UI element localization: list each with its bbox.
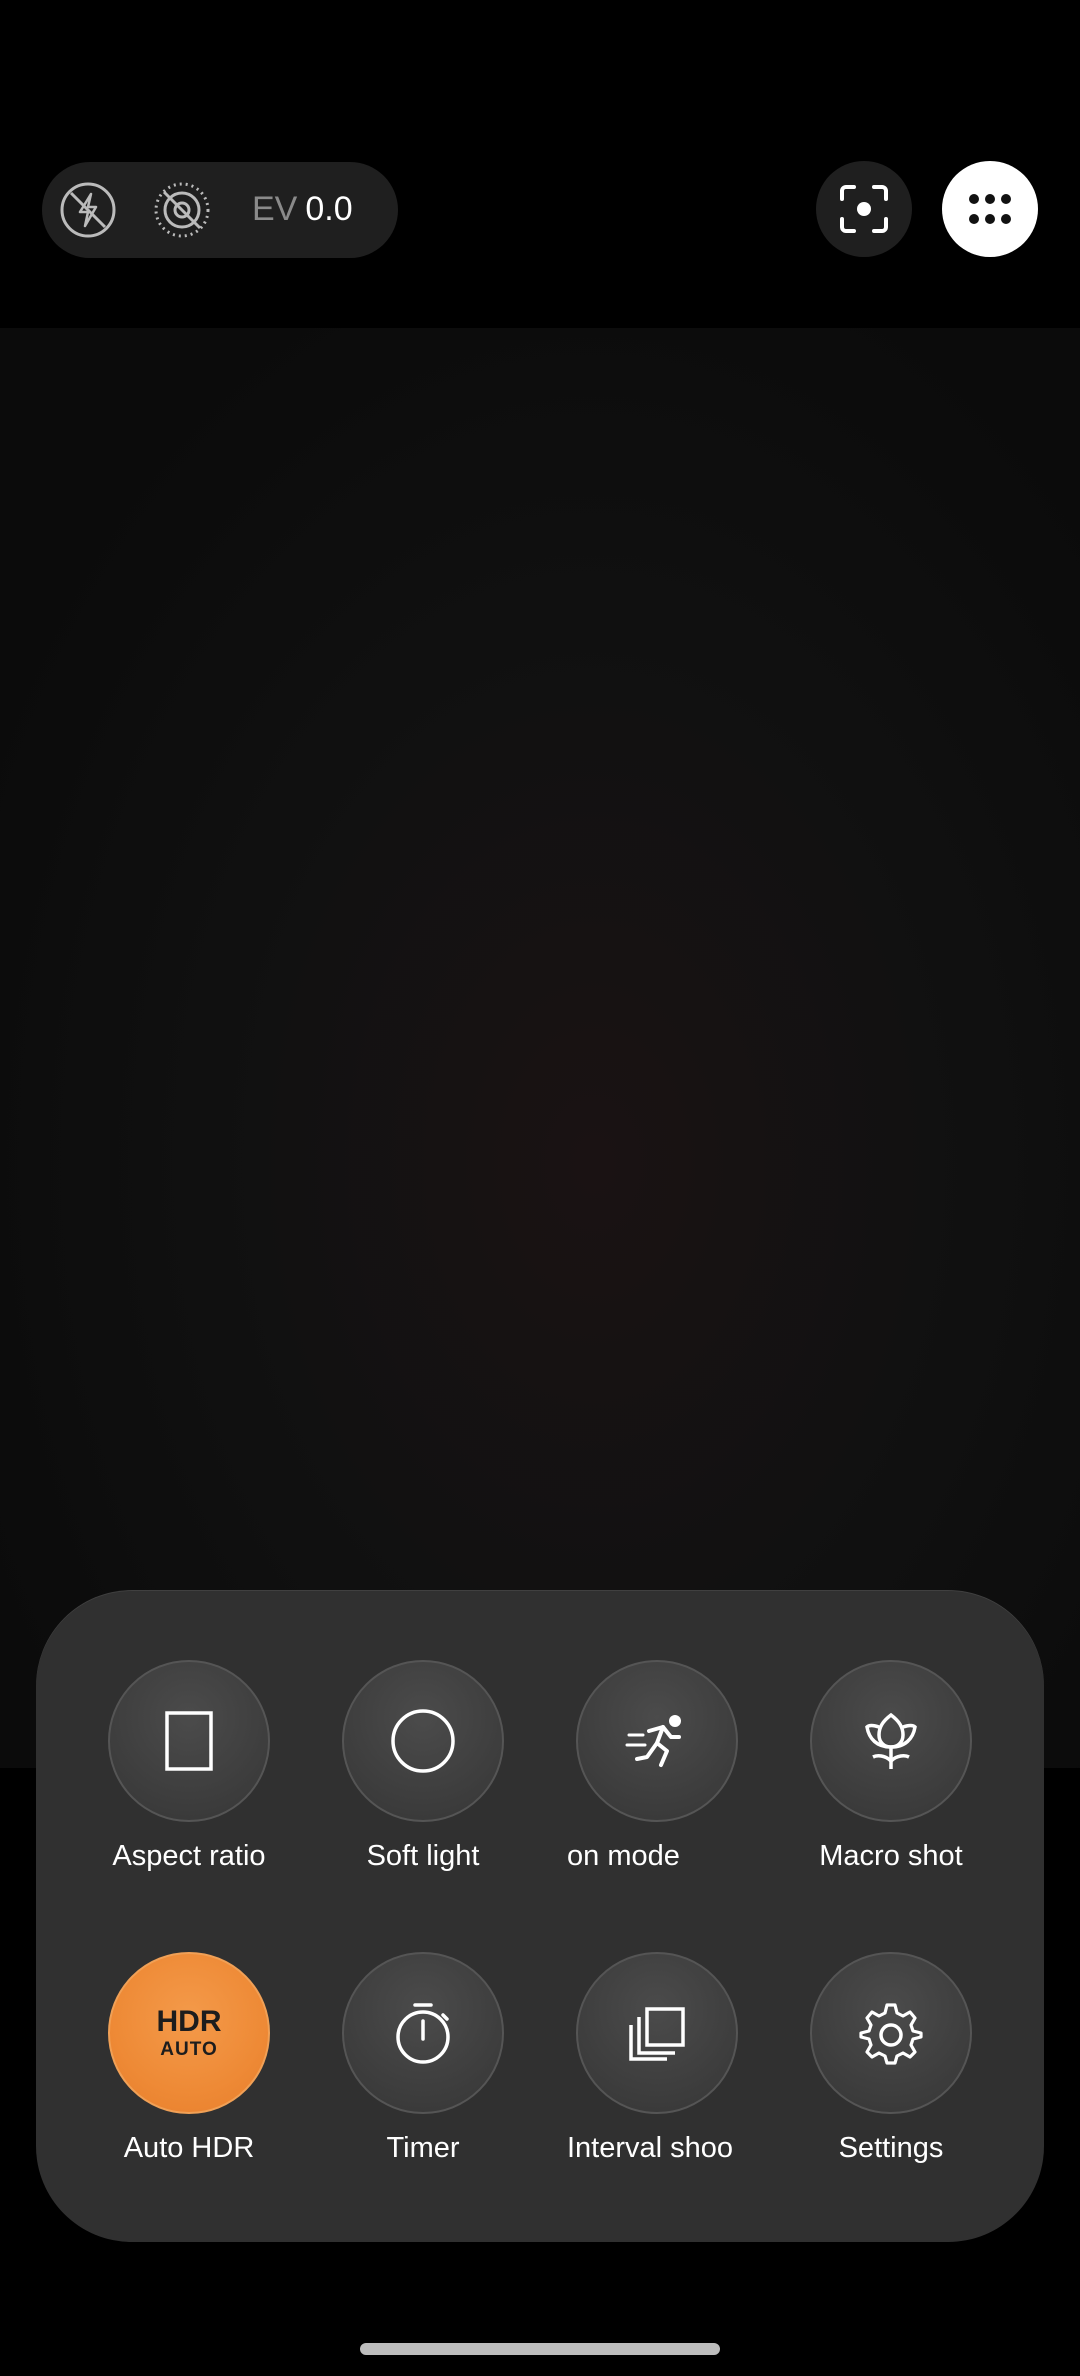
soft-light-button[interactable] bbox=[342, 1660, 504, 1822]
focus-mode-button[interactable] bbox=[816, 161, 912, 257]
macro-shot-item[interactable]: Macro shot bbox=[801, 1660, 981, 1873]
aspect-ratio-item[interactable]: Aspect ratio bbox=[99, 1660, 279, 1873]
quick-settings-pill: EV 0.0 bbox=[42, 162, 398, 258]
action-mode-label: on mode bbox=[567, 1840, 680, 1872]
aspect-ratio-button[interactable] bbox=[108, 1660, 270, 1822]
ev-value: 0.0 bbox=[305, 190, 353, 228]
auto-hdr-button[interactable]: HDR AUTO bbox=[108, 1952, 270, 2114]
focus-icon bbox=[840, 185, 888, 233]
macro-shot-label: Macro shot bbox=[819, 1840, 963, 1872]
settings-label: Settings bbox=[838, 2132, 944, 2164]
action-mode-icon bbox=[625, 1715, 681, 1767]
soft-light-item[interactable]: Soft light bbox=[333, 1660, 513, 1873]
action-mode-button[interactable] bbox=[576, 1660, 738, 1822]
quick-menu-sheet: Aspect ratio Soft light on mode Macro sh… bbox=[36, 1590, 1044, 2242]
exposure-value[interactable]: EV 0.0 bbox=[252, 190, 353, 229]
flash-off-icon[interactable] bbox=[58, 180, 118, 240]
home-indicator[interactable] bbox=[360, 2343, 720, 2355]
interval-shoot-icon bbox=[629, 2007, 685, 2061]
auto-hdr-label: Auto HDR bbox=[123, 2132, 255, 2164]
settings-item[interactable]: Settings bbox=[801, 1952, 981, 2165]
live-photo-off-icon[interactable] bbox=[152, 180, 212, 240]
macro-shot-button[interactable] bbox=[810, 1660, 972, 1822]
macro-flower-icon bbox=[865, 1712, 917, 1769]
hdr-auto-icon: HDR AUTO bbox=[156, 2005, 222, 2060]
timer-item[interactable]: Timer bbox=[333, 1952, 513, 2165]
auto-hdr-item[interactable]: HDR AUTO Auto HDR bbox=[99, 1952, 279, 2165]
settings-gear-icon bbox=[859, 2003, 923, 2065]
interval-shoot-button[interactable] bbox=[576, 1952, 738, 2114]
settings-button[interactable] bbox=[810, 1952, 972, 2114]
ev-key: EV bbox=[252, 190, 298, 228]
action-mode-item[interactable]: on mode bbox=[567, 1660, 747, 1873]
soft-light-icon bbox=[391, 1709, 455, 1773]
aspect-ratio-icon bbox=[165, 1711, 213, 1771]
aspect-ratio-label: Aspect ratio bbox=[112, 1840, 266, 1872]
timer-button[interactable] bbox=[342, 1952, 504, 2114]
interval-shoot-label: Interval shoo bbox=[567, 2132, 734, 2164]
more-options-button[interactable] bbox=[942, 161, 1038, 257]
timer-icon bbox=[396, 2003, 450, 2064]
timer-label: Timer bbox=[386, 2132, 460, 2164]
interval-shoot-item[interactable]: Interval shoo bbox=[567, 1952, 747, 2165]
soft-light-label: Soft light bbox=[366, 1840, 480, 1872]
more-grid-icon bbox=[969, 194, 1011, 224]
camera-viewfinder[interactable] bbox=[0, 328, 1080, 1768]
